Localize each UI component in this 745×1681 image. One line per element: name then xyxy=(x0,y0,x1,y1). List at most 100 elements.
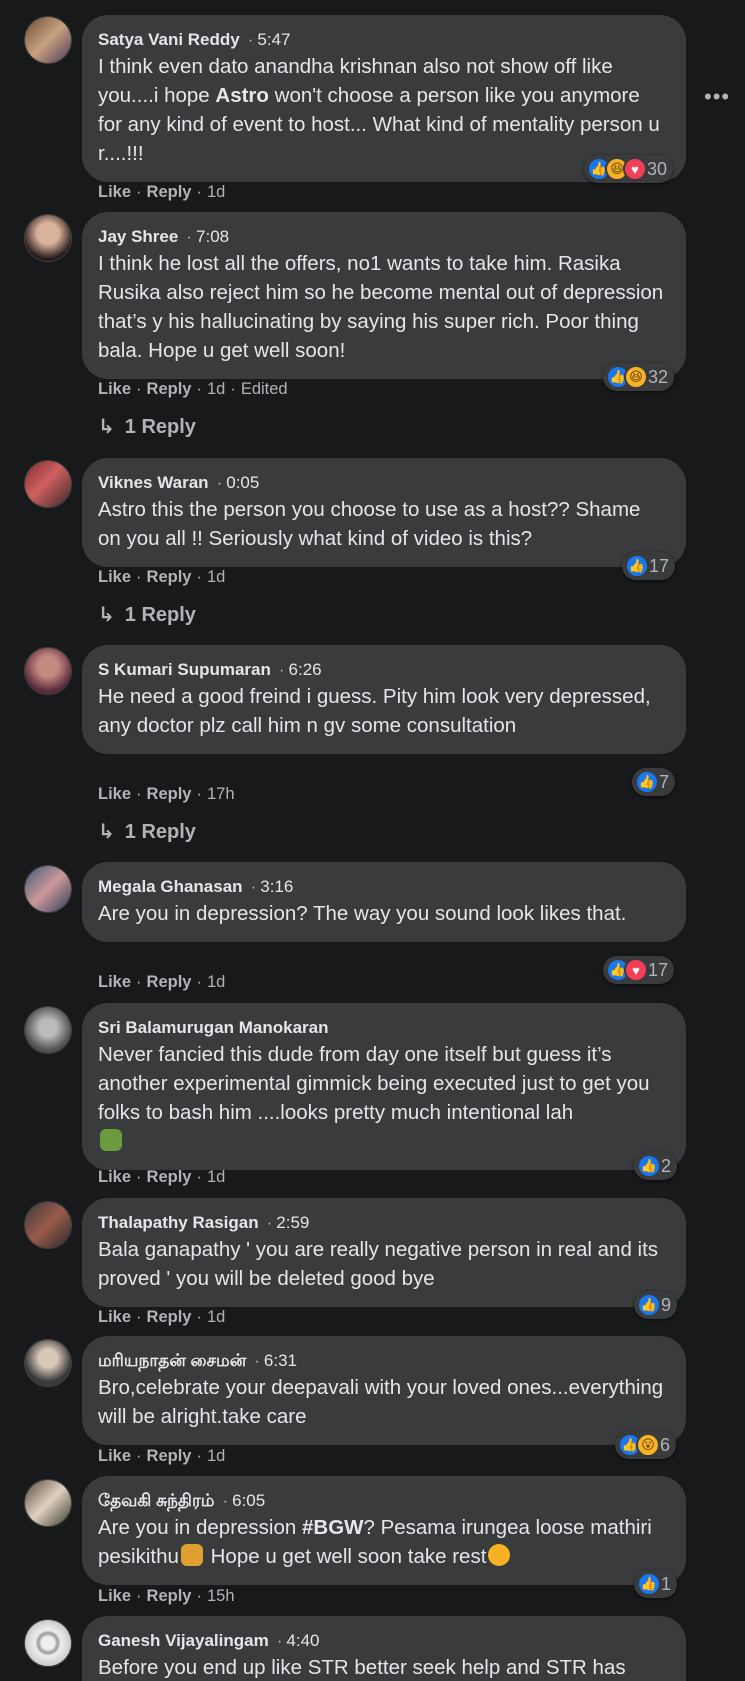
view-replies-link[interactable]: ↳ 1 Reply xyxy=(98,602,196,627)
avatar[interactable] xyxy=(24,1479,72,1527)
avatar[interactable] xyxy=(24,16,72,64)
comment-bubble: தேவகி சுந்திரம் · 6:05 Are you in depressi… xyxy=(82,1476,686,1585)
reply-button[interactable]: Reply xyxy=(147,1308,192,1326)
comment-age[interactable]: 17h xyxy=(207,785,235,803)
like-button[interactable]: Like xyxy=(98,785,131,803)
like-button[interactable]: Like xyxy=(98,380,131,398)
comment-actions: Like · Reply · 1d xyxy=(98,1168,226,1186)
comment-bubble: Jay Shree · 7:08 I think he lost all the o… xyxy=(82,212,686,379)
reaction-count: 32 xyxy=(648,366,669,387)
reaction-summary[interactable]: 👍 😆 ♥ 30 xyxy=(584,155,674,183)
reply-button[interactable]: Reply xyxy=(147,785,192,803)
reaction-summary[interactable]: 👍 😆 32 xyxy=(603,363,675,391)
avatar[interactable] xyxy=(24,1619,72,1667)
reaction-summary[interactable]: 👍 😮 6 xyxy=(615,1431,677,1459)
author-name[interactable]: Thalapathy Rasigan xyxy=(98,1213,259,1232)
avatar[interactable] xyxy=(24,1201,72,1249)
comment-actions: Like · Reply · 17h xyxy=(98,785,235,803)
timestamp[interactable]: 4:40 xyxy=(286,1631,319,1650)
timestamp[interactable]: 6:31 xyxy=(264,1351,297,1370)
like-button[interactable]: Like xyxy=(98,183,131,201)
reaction-summary[interactable]: 👍 7 xyxy=(632,768,676,796)
author-name[interactable]: S Kumari Supumaran xyxy=(98,660,271,679)
reply-button[interactable]: Reply xyxy=(147,1447,192,1465)
comment-text: Are you in depression #BGW? Pesama irung… xyxy=(98,1516,652,1568)
comment-bubble: Viknes Waran · 0:05 Astro this the person … xyxy=(82,458,686,567)
like-button[interactable]: Like xyxy=(98,568,131,586)
love-reaction-icon: ♥ xyxy=(624,958,648,982)
reply-button[interactable]: Reply xyxy=(147,568,192,586)
timestamp[interactable]: 7:08 xyxy=(196,227,229,246)
like-button[interactable]: Like xyxy=(98,1447,131,1465)
comment-age[interactable]: 1d xyxy=(207,568,225,586)
reaction-summary[interactable]: 👍 ♥ 17 xyxy=(603,956,675,984)
comment-age[interactable]: 15h xyxy=(207,1587,235,1605)
view-replies-link[interactable]: ↳ 1 Reply xyxy=(98,414,196,439)
timestamp[interactable]: 0:05 xyxy=(226,473,259,492)
comment-age[interactable]: 1d xyxy=(207,380,225,398)
reaction-count: 1 xyxy=(661,1573,672,1594)
separator-dot: · xyxy=(186,227,193,246)
avatar[interactable] xyxy=(24,214,72,262)
view-replies-link[interactable]: ↳ 1 Reply xyxy=(98,819,196,844)
reaction-count: 17 xyxy=(648,959,669,980)
like-button[interactable]: Like xyxy=(98,1308,131,1326)
comment-age[interactable]: 1d xyxy=(207,973,225,991)
timestamp[interactable]: 6:26 xyxy=(289,660,322,679)
reaction-summary[interactable]: 👍 9 xyxy=(634,1291,678,1319)
comment-age[interactable]: 1d xyxy=(207,1308,225,1326)
avatar[interactable] xyxy=(24,1006,72,1054)
comment-actions: Like · Reply · 1d xyxy=(98,183,226,201)
reply-button[interactable]: Reply xyxy=(147,1168,192,1186)
comment-age[interactable]: 1d xyxy=(207,1168,225,1186)
like-button[interactable]: Like xyxy=(98,973,131,991)
reaction-count: 30 xyxy=(647,158,668,179)
comment-age[interactable]: 1d xyxy=(207,1447,225,1465)
separator-dot: · xyxy=(254,1351,260,1370)
hashtag-bgw[interactable]: #BGW xyxy=(302,1516,364,1539)
separator-dot: · xyxy=(250,877,257,896)
avatar[interactable] xyxy=(24,460,72,508)
author-name[interactable]: Sri Balamurugan Manokaran xyxy=(98,1018,329,1037)
like-reaction-icon: 👍 xyxy=(637,1154,661,1178)
avatar[interactable] xyxy=(24,865,72,913)
separator-dot: · xyxy=(276,1631,283,1650)
comment-text: Astro this the person you choose to use … xyxy=(98,498,641,550)
comment-bubble: Megala Ghanasan · 3:16 Are you in depressi… xyxy=(82,862,686,942)
comment-actions: Like · Reply · 1d xyxy=(98,568,226,586)
reaction-summary[interactable]: 👍 2 xyxy=(634,1152,678,1180)
author-name[interactable]: Satya Vani Reddy xyxy=(98,30,240,49)
avatar[interactable] xyxy=(24,647,72,695)
reply-button[interactable]: Reply xyxy=(147,380,192,398)
comment-bubble: Ganesh Vijayalingam · 4:40 Before you end … xyxy=(82,1616,686,1681)
facepalm-emoji-icon xyxy=(180,1544,203,1566)
timestamp[interactable]: 3:16 xyxy=(260,877,293,896)
reply-button[interactable]: Reply xyxy=(147,183,192,201)
comment-text: I think even dato anandha krishnan also … xyxy=(98,55,660,165)
author-name[interactable]: தேவகி சுந்திரம் xyxy=(98,1491,214,1510)
reply-button[interactable]: Reply xyxy=(147,973,192,991)
like-button[interactable]: Like xyxy=(98,1168,131,1186)
person-shrug-emoji-icon xyxy=(100,1129,122,1151)
timestamp[interactable]: 6:05 xyxy=(232,1491,265,1510)
comment-text: He need a good freind i guess. Pity him … xyxy=(98,685,651,737)
reply-button[interactable]: Reply xyxy=(147,1587,192,1605)
timestamp[interactable]: 5:47 xyxy=(257,30,290,49)
mention-astro[interactable]: Astro xyxy=(215,84,269,107)
reaction-summary[interactable]: 👍 1 xyxy=(634,1570,678,1598)
timestamp[interactable]: 2:59 xyxy=(276,1213,309,1232)
author-name[interactable]: Jay Shree xyxy=(98,227,178,246)
edited-label: Edited xyxy=(240,380,288,398)
separator-dot: · xyxy=(222,1491,229,1510)
more-options-icon[interactable]: ••• xyxy=(704,84,730,110)
author-name[interactable]: Viknes Waran xyxy=(98,473,209,492)
author-name[interactable]: மரியநாதன் சைமன் xyxy=(98,1351,246,1370)
comment-bubble: Thalapathy Rasigan · 2:59 Bala ganapathy '… xyxy=(82,1198,686,1307)
author-name[interactable]: Megala Ghanasan xyxy=(98,877,243,896)
like-button[interactable]: Like xyxy=(98,1587,131,1605)
comment-age[interactable]: 1d xyxy=(207,183,225,201)
author-name[interactable]: Ganesh Vijayalingam xyxy=(98,1631,269,1650)
reaction-summary[interactable]: 👍 17 xyxy=(622,552,676,580)
avatar[interactable] xyxy=(24,1339,72,1387)
like-reaction-icon: 👍 xyxy=(635,770,659,794)
